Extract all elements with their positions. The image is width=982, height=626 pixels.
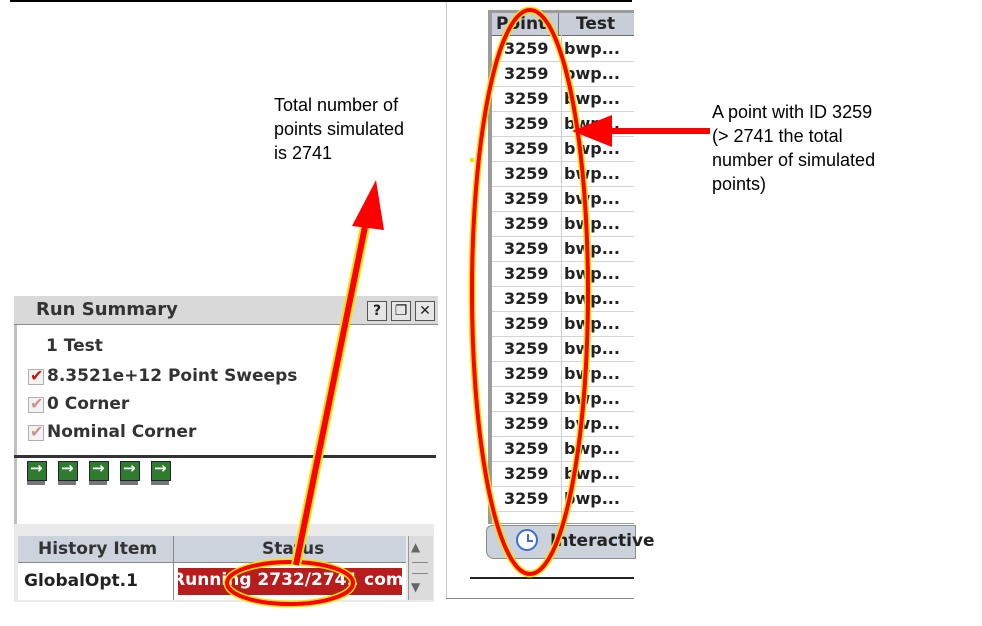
highlight-ellipse — [470, 8, 590, 576]
highlight-ellipse — [225, 560, 355, 606]
arrow-line — [293, 211, 371, 566]
annotation-overlay — [223, 6, 710, 608]
arrow-head — [352, 180, 384, 230]
